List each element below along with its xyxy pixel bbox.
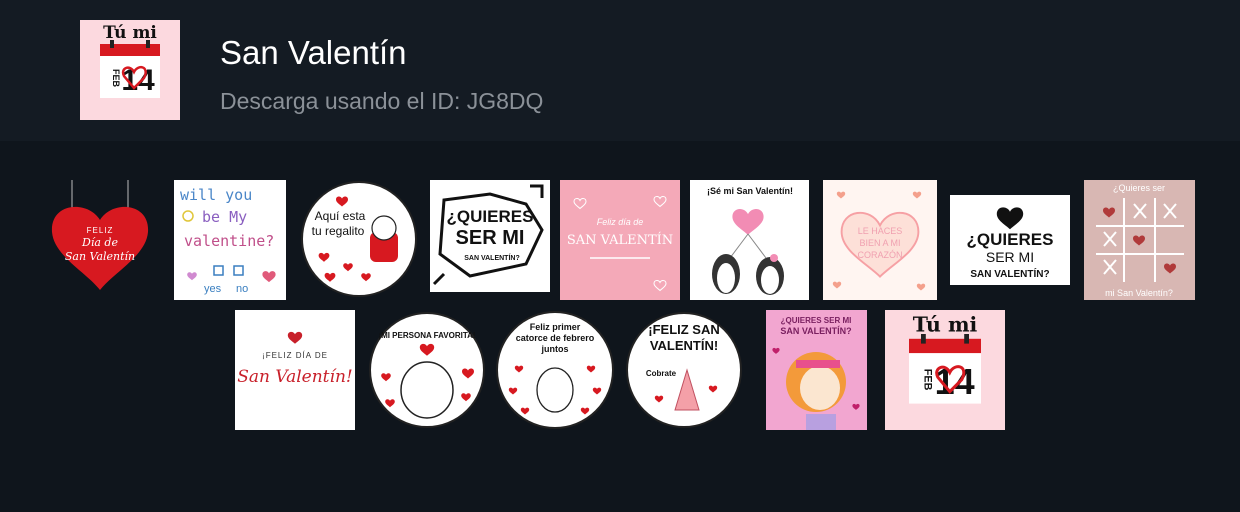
svg-text:¡MI PERSONA FAVORITA!: ¡MI PERSONA FAVORITA! [378, 331, 475, 340]
svg-text:will you: will you [180, 186, 252, 204]
svg-text:FEB: FEB [922, 369, 934, 391]
svg-text:LE HACES: LE HACES [858, 226, 903, 236]
sticker-quieres-ser-mi-cartoon[interactable]: ¿QUIERES SER MI SAN VALENTÍN? [766, 310, 867, 430]
pack-thumbnail[interactable]: Tú mi FEB 14 [80, 20, 180, 120]
svg-text:¡FELIZ SAN: ¡FELIZ SAN [648, 322, 720, 337]
svg-text:VALENTÍN!: VALENTÍN! [650, 338, 718, 353]
svg-text:BIEN A MI: BIEN A MI [859, 238, 900, 248]
svg-text:SAN VALENTÍN?: SAN VALENTÍN? [464, 253, 519, 262]
svg-text:Feliz primer: Feliz primer [530, 322, 581, 332]
pack-title: San Valentín [220, 34, 407, 71]
svg-text:SAN VALENTÍN: SAN VALENTÍN [567, 232, 673, 248]
svg-text:¿QUIERES: ¿QUIERES [447, 207, 534, 226]
svg-text:Aquí esta: Aquí esta [315, 209, 366, 223]
svg-text:San Valentín!: San Valentín! [237, 367, 352, 387]
svg-text:Cobrate: Cobrate [646, 369, 677, 378]
svg-text:¡Sé mi San Valentín!: ¡Sé mi San Valentín! [707, 186, 793, 196]
svg-text:¿QUIERES: ¿QUIERES [967, 230, 1054, 249]
sticker-feliz-primer-catorce[interactable]: Feliz primer catorce de febrero juntos [495, 310, 615, 430]
svg-text:be My: be My [202, 208, 247, 226]
calendar-feb-14-icon: Tú mi FEB 14 [885, 310, 1005, 430]
svg-text:mi San Valentín?: mi San Valentín? [1105, 288, 1173, 298]
svg-text:¡FELIZ DÍA DE: ¡FELIZ DÍA DE [262, 351, 328, 360]
sticker-le-haces-bien-a-mi-corazon[interactable]: LE HACES BIEN A MI CORAZÓN [823, 180, 937, 300]
svg-text:¿QUIERES SER MI: ¿QUIERES SER MI [781, 316, 852, 325]
calendar-feb-14-icon: Tú mi FEB 14 [80, 20, 180, 120]
sticker-feliz-san-valentin-cobrate[interactable]: ¡FELIZ SAN VALENTÍN! Cobrate [625, 310, 744, 430]
sticker-se-mi-san-valentin-penguins[interactable]: ¡Sé mi San Valentín! [690, 180, 809, 300]
sticker-mi-persona-favorita[interactable]: ¡MI PERSONA FAVORITA! [368, 310, 486, 430]
svg-text:Tú mi: Tú mi [913, 313, 978, 337]
svg-text:FELIZ: FELIZ [87, 226, 114, 235]
sticker-aqui-esta-tu-regalito[interactable]: Aquí esta tu regalito [300, 180, 418, 298]
svg-text:yes: yes [204, 283, 222, 295]
svg-text:valentine?: valentine? [184, 232, 274, 250]
sticker-grid: FELIZ Día de San Valentín will you be My… [0, 141, 1240, 512]
pack-header: Tú mi FEB 14 San Valentín Descarga usand… [0, 0, 1240, 141]
svg-text:¿Quieres ser: ¿Quieres ser [1113, 183, 1165, 193]
sticker-feliz-dia-pink[interactable]: Feliz día de SAN VALENTÍN [560, 180, 680, 300]
svg-text:SER MI: SER MI [986, 249, 1034, 265]
svg-text:SAN VALENTÍN?: SAN VALENTÍN? [780, 326, 851, 336]
svg-text:FEB: FEB [111, 69, 121, 88]
svg-text:San Valentín: San Valentín [65, 250, 135, 263]
svg-text:SAN VALENTÍN?: SAN VALENTÍN? [970, 267, 1049, 280]
pack-download-id: Descarga usando el ID: JG8DQ [220, 88, 544, 114]
svg-text:tu regalito: tu regalito [312, 224, 365, 238]
svg-text:juntos: juntos [541, 344, 569, 354]
sticker-quieres-ser-mi-san-valentin-bold[interactable]: ¿QUIERES SER MI SAN VALENTÍN? [950, 195, 1070, 285]
sticker-quieres-ser-mi-arrow[interactable]: ¿QUIERES SER MI SAN VALENTÍN? [430, 180, 550, 292]
svg-text:Feliz día de: Feliz día de [597, 217, 644, 227]
sticker-feliz-dia-heart[interactable]: FELIZ Día de San Valentín [50, 180, 150, 290]
sticker-feliz-dia-script[interactable]: ¡FELIZ DÍA DE San Valentín! [235, 310, 355, 430]
svg-text:SER MI: SER MI [456, 227, 525, 249]
svg-text:CORAZÓN: CORAZÓN [858, 250, 903, 260]
sticker-tu-mi-calendar[interactable]: Tú mi FEB 14 [885, 310, 1005, 430]
svg-text:catorce de febrero: catorce de febrero [516, 333, 595, 343]
svg-text:Día de: Día de [81, 236, 118, 249]
sticker-will-you-be-my-valentine[interactable]: will you be My valentine? yes no [174, 180, 286, 300]
svg-text:no: no [236, 283, 248, 295]
sticker-quieres-ser-tic-tac-toe[interactable]: ¿Quieres ser mi San Valentín? [1084, 180, 1195, 300]
